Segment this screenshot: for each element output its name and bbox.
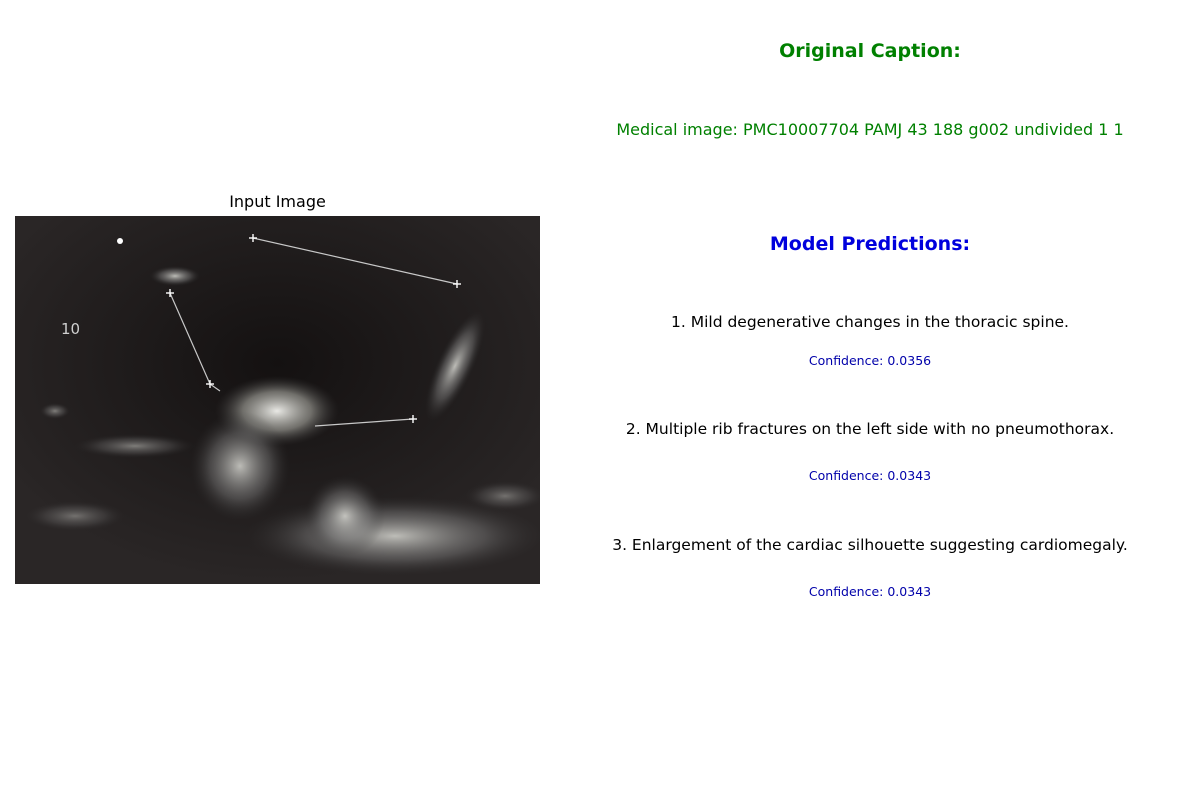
prediction-1: 1. Mild degenerative changes in the thor… [671,313,1069,331]
predictions-heading: Model Predictions: [769,233,971,255]
results-panel: Original Caption: Medical image: PMC1000… [600,0,1140,800]
caption-heading: Original Caption: [779,40,961,62]
prediction-2: 2. Multiple rib fractures on the left si… [625,420,1115,438]
caption-text: Medical image: PMC10007704 PAMJ 43 188 g… [616,120,1124,139]
input-image: 10 [15,216,540,584]
prediction-3: 3. Enlargement of the cardiac silhouette… [612,536,1128,554]
confidence-3: Confidence: 0.0343 [808,584,932,599]
input-image-title: Input Image [229,192,326,211]
image-depth-label: 10 [61,320,80,338]
ultrasound-image: 10 [15,216,540,584]
confidence-2: Confidence: 0.0343 [808,468,932,483]
confidence-1: Confidence: 0.0356 [808,353,932,368]
